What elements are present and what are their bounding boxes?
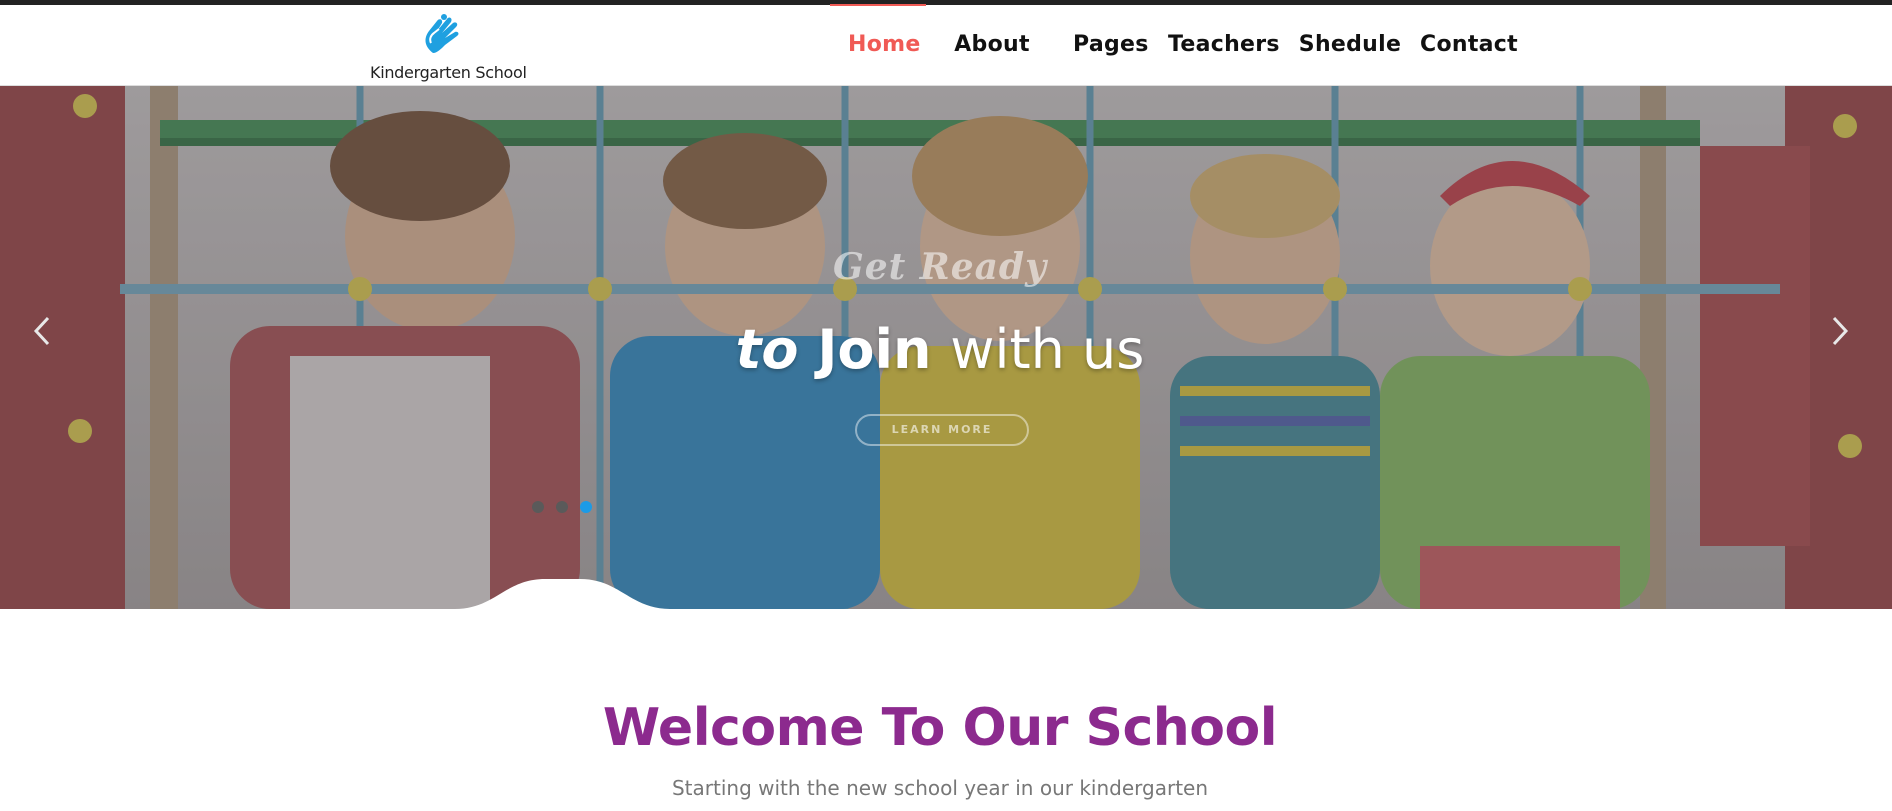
hero-pretitle: Get Ready xyxy=(832,246,1048,288)
learn-more-button[interactable]: LEARN MORE xyxy=(855,414,1029,446)
hero-title-part1: to xyxy=(735,318,799,381)
nav-home[interactable]: Home xyxy=(830,4,926,85)
slider-dot-2[interactable] xyxy=(556,501,568,513)
hero-title: to Join with us xyxy=(0,318,1880,381)
welcome-title: Welcome To Our School xyxy=(602,698,1278,758)
chevron-left-icon[interactable] xyxy=(22,306,62,356)
hero-title-part3: with us xyxy=(950,318,1145,381)
logo-text: Kindergarten School xyxy=(370,63,527,82)
nav-pages[interactable]: Pages xyxy=(1073,5,1148,85)
chevron-right-icon[interactable] xyxy=(1820,306,1860,356)
hero-title-part2: Join xyxy=(817,318,932,381)
hands-logo-icon xyxy=(425,14,459,53)
slider-dot-3-active[interactable] xyxy=(580,501,592,513)
slider-dots-tab xyxy=(455,579,670,609)
hero-slider: Get Ready to Join with us LEARN MORE xyxy=(0,86,1892,609)
nav-contact[interactable]: Contact xyxy=(1414,5,1524,85)
slider-dot-1[interactable] xyxy=(532,501,544,513)
nav-about-us[interactable]: About Us xyxy=(940,5,1044,137)
site-header: Kindergarten School Home About Us Pages … xyxy=(0,4,1892,137)
nav-teachers[interactable]: Teachers xyxy=(1168,5,1280,85)
nav-shedule[interactable]: Shedule xyxy=(1295,5,1405,85)
welcome-subtitle: Starting with the new school year in our… xyxy=(671,776,1209,800)
site-logo[interactable]: Kindergarten School xyxy=(370,11,527,83)
